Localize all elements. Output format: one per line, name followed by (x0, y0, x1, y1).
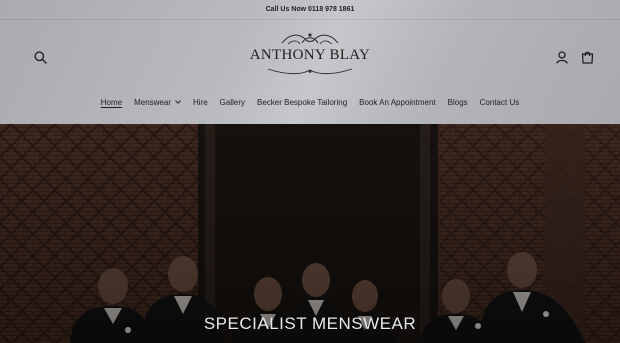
nav-item-menswear[interactable]: Menswear (134, 98, 181, 107)
cart-icon (581, 51, 593, 64)
announcement-text[interactable]: Call Us Now 0118 978 1861 (266, 6, 355, 13)
nav-item-label: Book An Appointment (359, 97, 436, 107)
logo-text: ANTHONY BLAY (249, 47, 371, 63)
nav-item-label: Contact Us (479, 97, 520, 107)
nav-item-blogs[interactable]: Blogs (448, 98, 468, 107)
site-header: ANTHONY BLAY (0, 20, 620, 92)
nav-item-label: Menswear (134, 97, 171, 107)
logo-flourish-icon (281, 33, 339, 45)
nav-item-label: Home (100, 97, 123, 107)
nav-item-hire[interactable]: Hire (193, 98, 208, 107)
nav-item-contact-us[interactable]: Contact Us (480, 98, 520, 107)
nav-item-label: Gallery (219, 97, 246, 107)
nav-item-gallery[interactable]: Gallery (220, 98, 245, 107)
hero-image (0, 124, 620, 343)
account-button[interactable] (552, 47, 572, 67)
search-icon (33, 50, 47, 64)
logo-underline-flourish-icon (267, 68, 353, 75)
main-navigation: Home Menswear Hire Gallery Becker Bespok… (0, 92, 620, 112)
nav-item-home[interactable]: Home (101, 98, 122, 107)
hero-heading: SPECIALIST MENSWEAR (203, 314, 417, 333)
cart-button[interactable] (577, 47, 597, 67)
nav-item-label: Becker Bespoke Tailoring (257, 97, 348, 107)
site-logo[interactable]: ANTHONY BLAY (246, 31, 374, 81)
nav-item-label: Hire (193, 97, 208, 107)
hero-banner: SPECIALIST MENSWEAR (0, 124, 620, 343)
page: Call Us Now 0118 978 1861 ANTHONY BLAY H… (0, 0, 620, 343)
nav-item-becker-bespoke-tailoring[interactable]: Becker Bespoke Tailoring (257, 98, 347, 107)
account-icon (556, 50, 568, 64)
chevron-down-icon (175, 100, 181, 104)
nav-item-label: Blogs (447, 97, 468, 107)
nav-item-book-an-appointment[interactable]: Book An Appointment (359, 98, 436, 107)
search-button[interactable] (30, 47, 50, 67)
announcement-bar: Call Us Now 0118 978 1861 (0, 0, 620, 20)
